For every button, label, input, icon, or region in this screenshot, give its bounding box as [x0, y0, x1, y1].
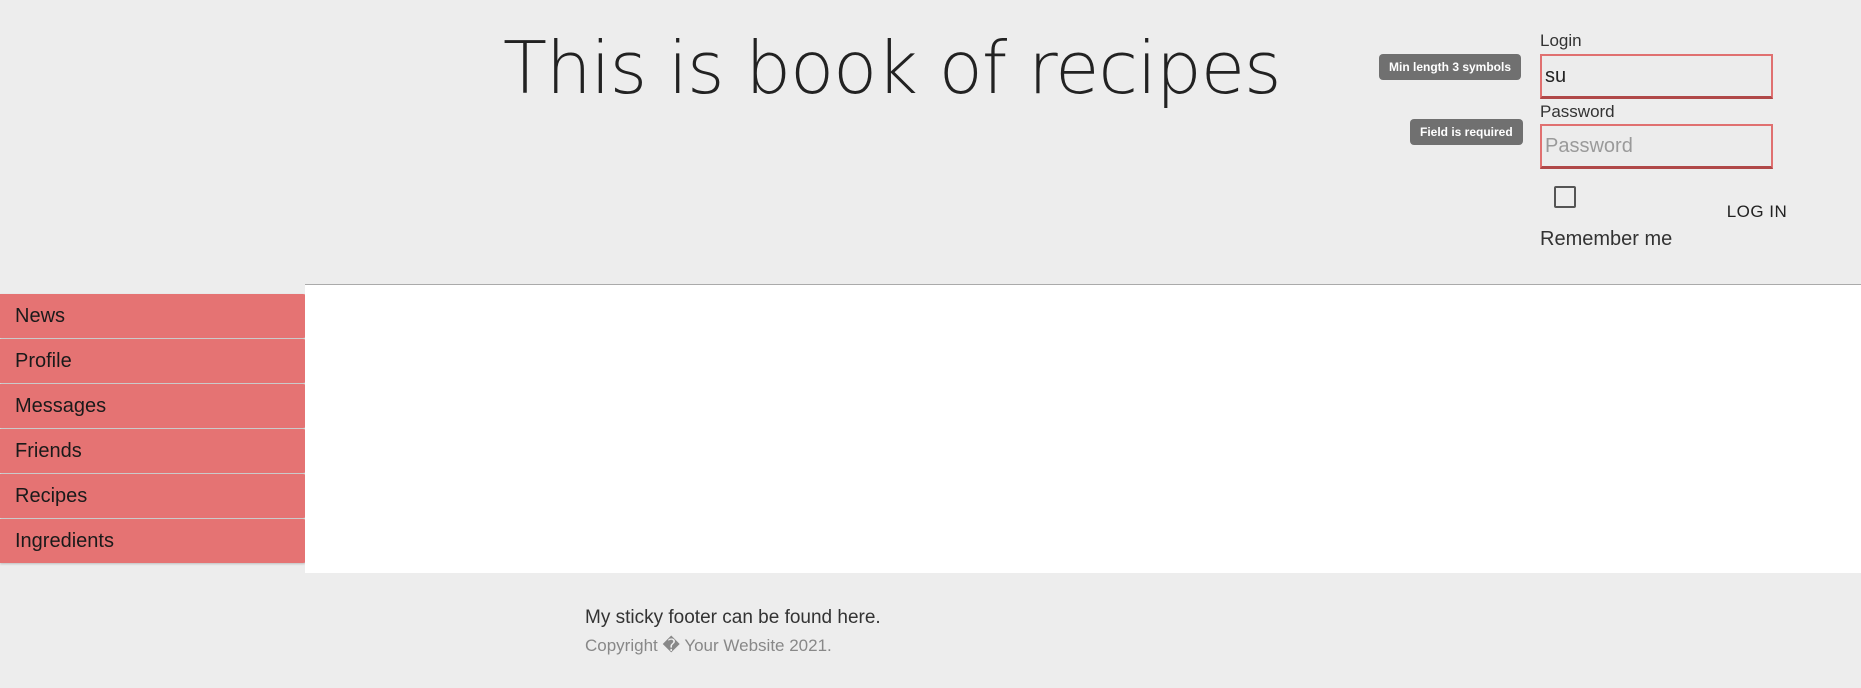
- sidebar: News Profile Messages Friends Recipes In…: [0, 294, 307, 573]
- page: This is book of recipes Min length 3 sym…: [0, 0, 1861, 688]
- sidebar-item-messages[interactable]: Messages: [0, 384, 307, 428]
- password-label: Password: [1540, 102, 1615, 121]
- sidebar-item-profile[interactable]: Profile: [0, 339, 307, 383]
- footer-copyright: Copyright � Your Website 2021.: [585, 636, 832, 655]
- page-title: This is book of recipes: [503, 26, 1282, 110]
- login-input[interactable]: [1540, 54, 1773, 99]
- sidebar-item-recipes[interactable]: Recipes: [0, 474, 307, 518]
- header: This is book of recipes Min length 3 sym…: [0, 0, 1861, 284]
- main-content: [305, 284, 1861, 573]
- login-label: Login: [1540, 31, 1582, 50]
- password-input[interactable]: [1540, 124, 1773, 169]
- sidebar-item-ingredients[interactable]: Ingredients: [0, 519, 307, 563]
- sidebar-item-news[interactable]: News: [0, 294, 307, 338]
- remember-me-label: Remember me: [1540, 228, 1673, 250]
- login-button[interactable]: LOG IN: [1720, 198, 1794, 226]
- remember-me-checkbox[interactable]: [1554, 186, 1576, 208]
- password-error-tooltip: Field is required: [1410, 119, 1523, 145]
- login-error-tooltip: Min length 3 symbols: [1379, 54, 1522, 80]
- footer: My sticky footer can be found here. Copy…: [0, 573, 1861, 688]
- footer-text: My sticky footer can be found here.: [585, 607, 881, 628]
- sidebar-item-friends[interactable]: Friends: [0, 429, 307, 473]
